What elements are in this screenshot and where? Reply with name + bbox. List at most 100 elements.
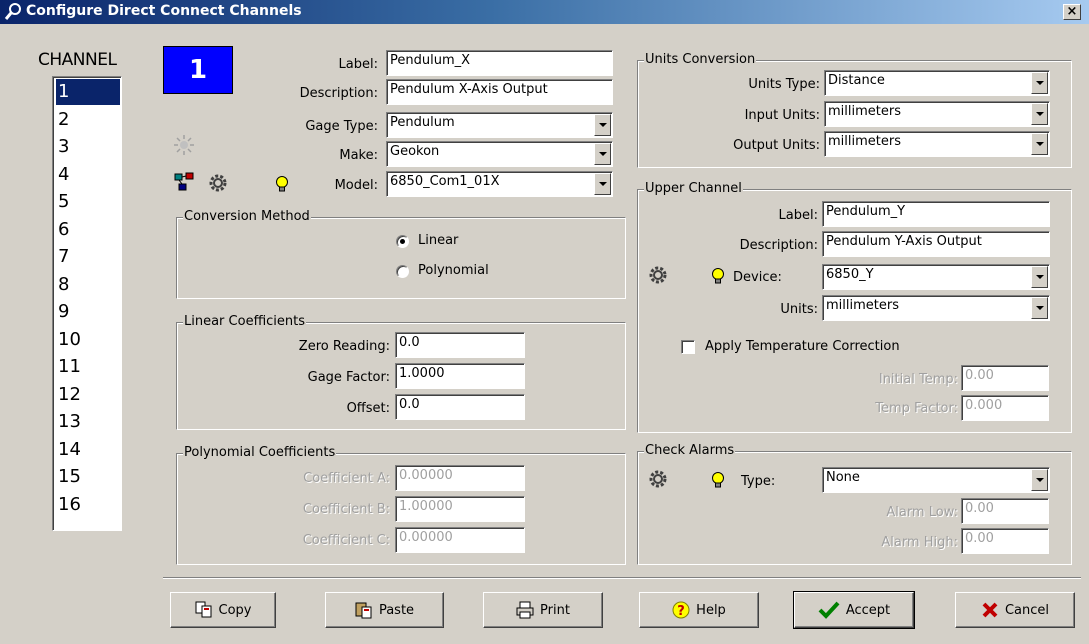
coefficient-c-input[interactable]: 0.00000 xyxy=(395,527,525,553)
cancel-button[interactable]: Cancel xyxy=(955,592,1075,628)
channel-number-badge: 1 xyxy=(163,46,233,94)
make-select[interactable]: Geokon xyxy=(386,141,613,167)
channel-list-item[interactable]: 13 xyxy=(56,409,120,435)
lightbulb-icon[interactable] xyxy=(275,176,289,194)
gear-icon[interactable] xyxy=(647,468,669,490)
polynomial-radio[interactable] xyxy=(396,265,409,278)
channel-list-item[interactable]: 16 xyxy=(56,492,120,518)
copy-icon xyxy=(195,601,211,618)
temperature-correction-label[interactable]: Apply Temperature Correction xyxy=(705,339,900,354)
chevron-down-icon[interactable] xyxy=(594,173,611,195)
initial-temp-caption: Initial Temp: xyxy=(878,372,958,387)
channel-list-item[interactable]: 3 xyxy=(56,134,120,160)
chevron-down-icon[interactable] xyxy=(1031,103,1048,125)
upper-description-caption: Description: xyxy=(739,238,818,253)
paste-button[interactable]: Paste xyxy=(325,592,444,628)
channel-list-item[interactable]: 2 xyxy=(56,107,120,133)
chevron-down-icon[interactable] xyxy=(594,114,611,136)
linear-coefficients-title: Linear Coefficients xyxy=(183,314,306,329)
upper-label-caption: Label: xyxy=(778,208,818,223)
alarm-low-caption: Alarm Low: xyxy=(886,505,958,520)
separator xyxy=(163,577,1081,579)
device-select[interactable]: 6850_Y xyxy=(822,264,1050,290)
channel-list[interactable]: 1 2 3 4 5 6 7 8 9 10 11 12 13 14 15 16 xyxy=(52,76,122,531)
channel-list-item[interactable]: 15 xyxy=(56,464,120,490)
description-caption: Description: xyxy=(299,86,378,101)
gage-type-value: Pendulum xyxy=(390,115,455,130)
polynomial-coefficients-title: Polynomial Coefficients xyxy=(183,445,337,460)
alarm-high-caption: Alarm High: xyxy=(881,535,958,550)
coefficient-a-input[interactable]: 0.00000 xyxy=(395,465,525,491)
chevron-down-icon[interactable] xyxy=(1031,72,1048,94)
conversion-method-group: Conversion Method xyxy=(176,209,626,299)
network-icon[interactable] xyxy=(174,172,196,192)
chevron-down-icon[interactable] xyxy=(1031,469,1048,491)
channel-list-item[interactable]: 5 xyxy=(56,189,120,215)
gage-factor-input[interactable]: 1.0000 xyxy=(395,363,525,389)
channel-list-item[interactable]: 4 xyxy=(56,162,120,188)
close-button[interactable]: × xyxy=(1063,4,1081,20)
channel-list-item[interactable]: 8 xyxy=(56,272,120,298)
chevron-down-icon[interactable] xyxy=(594,143,611,165)
upper-channel-title: Upper Channel xyxy=(644,181,743,196)
copy-button[interactable]: Copy xyxy=(170,592,276,628)
upper-label-input[interactable]: Pendulum_Y xyxy=(822,201,1050,227)
chevron-down-icon[interactable] xyxy=(1031,133,1048,155)
lightbulb-icon[interactable] xyxy=(711,472,725,490)
window-title: Configure Direct Connect Channels xyxy=(26,3,302,19)
units-type-value: Distance xyxy=(828,73,885,88)
channel-list-item[interactable]: 9 xyxy=(56,299,120,325)
linear-radio-label[interactable]: Linear xyxy=(418,233,458,248)
gage-type-select[interactable]: Pendulum xyxy=(386,112,613,138)
print-button[interactable]: Print xyxy=(483,592,603,628)
accept-button[interactable]: Accept xyxy=(793,591,915,629)
channel-list-item[interactable]: 14 xyxy=(56,437,120,463)
linear-radio[interactable] xyxy=(396,235,409,248)
offset-caption: Offset: xyxy=(346,401,390,416)
temp-factor-input[interactable]: 0.000 xyxy=(961,395,1049,421)
alarm-type-select[interactable]: None xyxy=(822,467,1050,493)
title-bar[interactable]: Configure Direct Connect Channels × xyxy=(0,0,1089,24)
temp-factor-caption: Temp Factor: xyxy=(875,401,958,416)
channel-list-item[interactable]: 12 xyxy=(56,382,120,408)
channel-list-item[interactable]: 6 xyxy=(56,217,120,243)
units-type-select[interactable]: Distance xyxy=(824,70,1050,96)
initial-temp-input[interactable]: 0.00 xyxy=(961,365,1049,391)
alarm-low-input[interactable]: 0.00 xyxy=(961,498,1049,524)
print-button-label: Print xyxy=(540,602,570,618)
lightbulb-icon[interactable] xyxy=(711,268,725,286)
upper-units-select[interactable]: millimeters xyxy=(822,295,1050,321)
help-button-label: Help xyxy=(696,602,726,618)
channel-list-item[interactable]: 10 xyxy=(56,327,120,353)
upper-units-value: millimeters xyxy=(826,298,899,313)
chevron-down-icon[interactable] xyxy=(1031,297,1048,319)
gear-icon[interactable] xyxy=(207,172,229,194)
zero-reading-input[interactable]: 0.0 xyxy=(395,332,525,358)
upper-description-input[interactable]: Pendulum Y-Axis Output xyxy=(822,231,1050,257)
output-units-select[interactable]: millimeters xyxy=(824,131,1050,157)
channel-list-item[interactable]: 11 xyxy=(56,354,120,380)
channel-list-item[interactable]: 1 xyxy=(56,79,120,105)
input-units-select[interactable]: millimeters xyxy=(824,101,1050,127)
help-button[interactable]: ? Help xyxy=(639,592,759,628)
model-value: 6850_Com1_01X xyxy=(390,174,500,189)
make-value: Geokon xyxy=(390,144,440,159)
paste-button-label: Paste xyxy=(378,602,415,618)
chevron-down-icon[interactable] xyxy=(1031,266,1048,288)
polynomial-radio-label[interactable]: Polynomial xyxy=(418,263,489,278)
printer-icon xyxy=(516,601,534,619)
coefficient-b-input[interactable]: 1.00000 xyxy=(395,496,525,522)
input-units-value: millimeters xyxy=(828,104,901,119)
gear-icon[interactable] xyxy=(647,264,669,286)
help-icon: ? xyxy=(672,601,690,619)
copy-button-label: Copy xyxy=(218,602,252,618)
alarm-high-input[interactable]: 0.00 xyxy=(961,528,1049,554)
coefficient-c-caption: Coefficient C: xyxy=(302,533,390,548)
temperature-correction-checkbox[interactable] xyxy=(681,340,695,354)
paste-icon xyxy=(355,602,372,619)
label-input[interactable]: Pendulum_X xyxy=(386,50,613,76)
offset-input[interactable]: 0.0 xyxy=(395,394,525,420)
description-input[interactable]: Pendulum X-Axis Output xyxy=(386,79,613,105)
channel-list-item[interactable]: 7 xyxy=(56,244,120,270)
model-select[interactable]: 6850_Com1_01X xyxy=(386,171,613,197)
